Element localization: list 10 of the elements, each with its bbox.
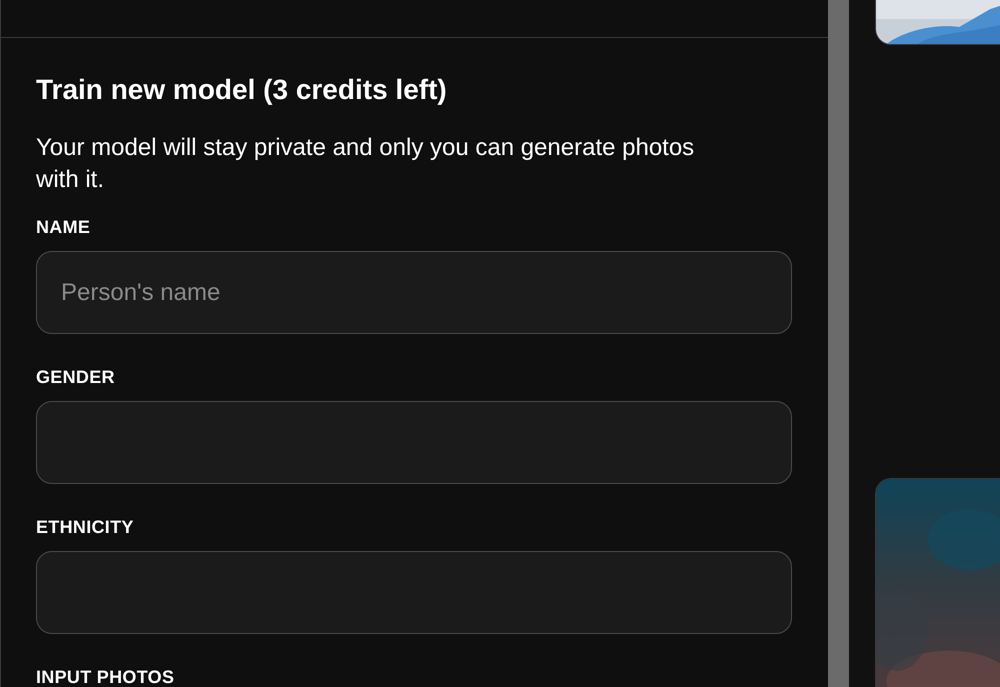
field-label: GENDER — [36, 366, 116, 388]
field-label: NAME — [36, 216, 92, 238]
form-description: Your model will stay private and only you can generate photos with it. — [36, 133, 696, 195]
section-label: INPUT PHOTOS — [36, 666, 176, 687]
scrollbar[interactable] — [828, 0, 849, 687]
input-field[interactable] — [36, 401, 792, 484]
form-title: Train new model (3 credits left) — [36, 73, 448, 107]
field-label: ETHNICITY — [36, 516, 135, 538]
input-field[interactable]: Person's name — [36, 251, 792, 334]
input-field[interactable] — [36, 551, 792, 634]
